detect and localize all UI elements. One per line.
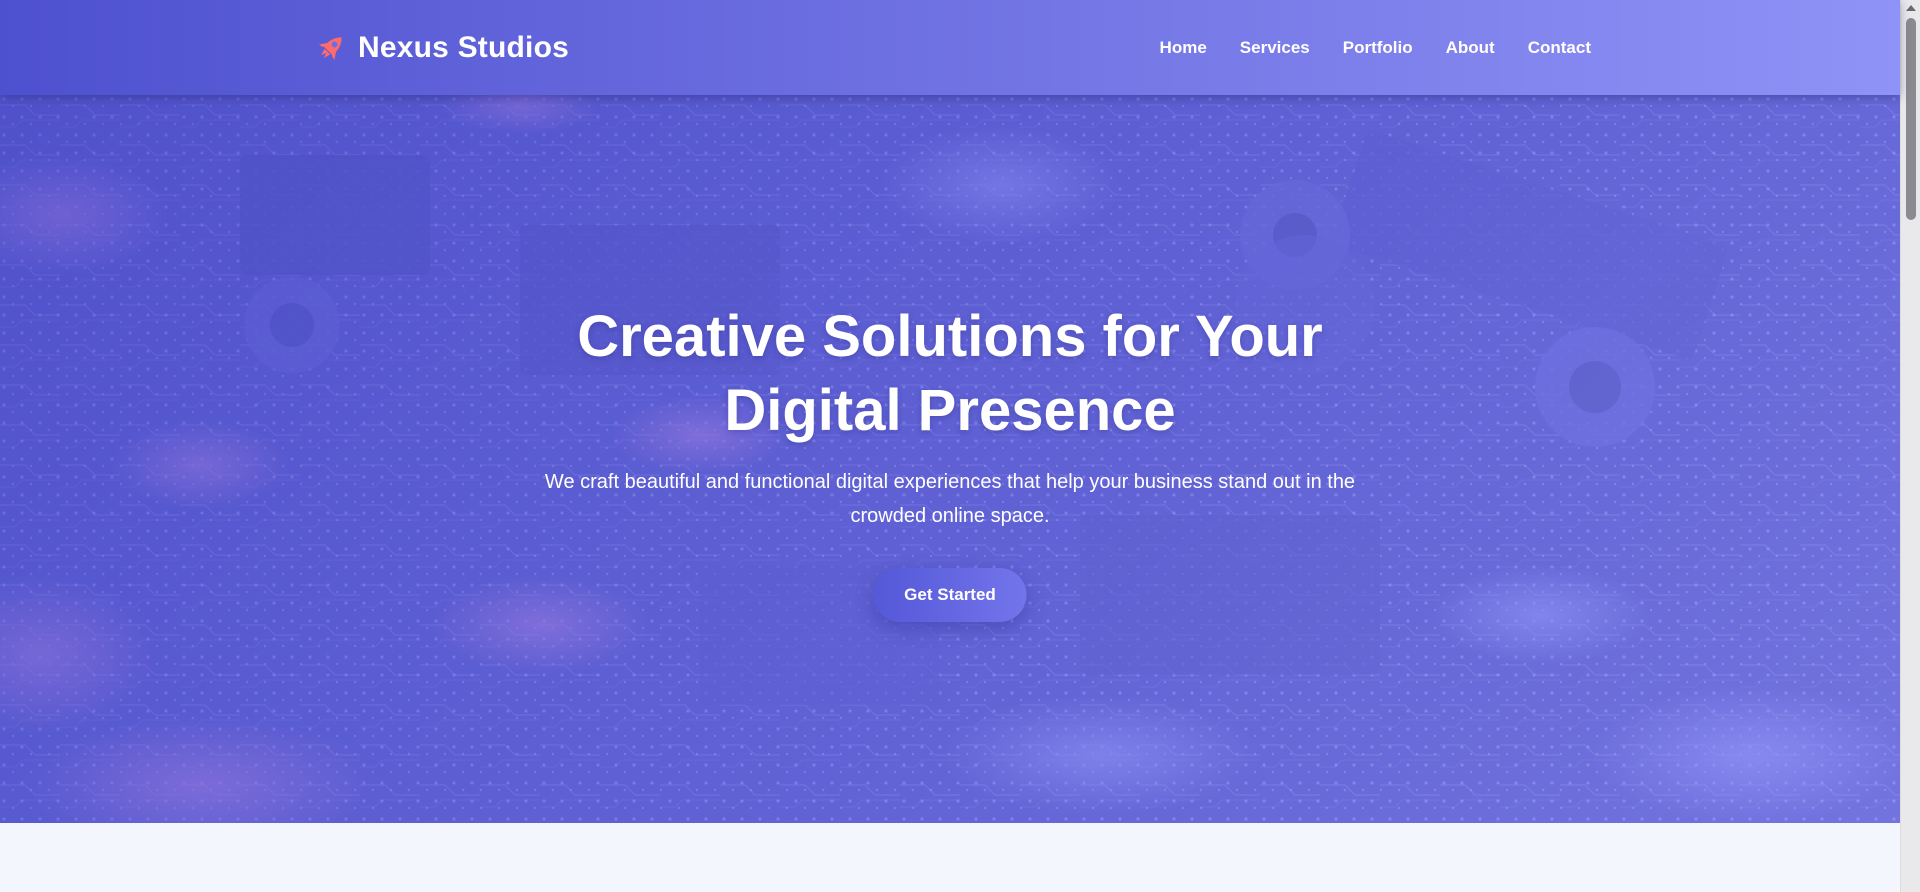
hero-subtitle: We craft beautiful and functional digita… xyxy=(544,471,1356,527)
rocket-icon xyxy=(314,31,348,65)
site-header: Nexus Studios Home Services Portfolio Ab… xyxy=(0,0,1900,95)
next-section xyxy=(0,823,1900,892)
header-inner: Nexus Studios Home Services Portfolio Ab… xyxy=(314,0,1591,95)
nav-portfolio[interactable]: Portfolio xyxy=(1343,38,1413,58)
nav-services[interactable]: Services xyxy=(1240,38,1310,58)
scroll-up-arrow-icon[interactable] xyxy=(1906,5,1916,11)
page: Nexus Studios Home Services Portfolio Ab… xyxy=(0,0,1920,892)
hero-title-line-2: Digital Presence xyxy=(724,378,1176,443)
nav-contact[interactable]: Contact xyxy=(1528,38,1591,58)
nav-about[interactable]: About xyxy=(1446,38,1495,58)
hero-title: Creative Solutions for Your Digital Prese… xyxy=(500,300,1400,448)
scrollbar-thumb[interactable] xyxy=(1906,18,1916,220)
brand-name: Nexus Studios xyxy=(358,30,569,64)
nav-home[interactable]: Home xyxy=(1160,38,1207,58)
main-nav: Home Services Portfolio About Contact xyxy=(1160,38,1591,58)
vertical-scrollbar[interactable] xyxy=(1900,0,1920,892)
get-started-button[interactable]: Get Started xyxy=(873,568,1027,622)
hero-section: Creative Solutions for Your Digital Prese… xyxy=(0,95,1900,823)
hero-title-line-1: Creative Solutions for Your xyxy=(577,304,1323,369)
brand-logo-link[interactable]: Nexus Studios xyxy=(314,31,569,65)
hero-content: Creative Solutions for Your Digital Prese… xyxy=(0,95,1900,823)
